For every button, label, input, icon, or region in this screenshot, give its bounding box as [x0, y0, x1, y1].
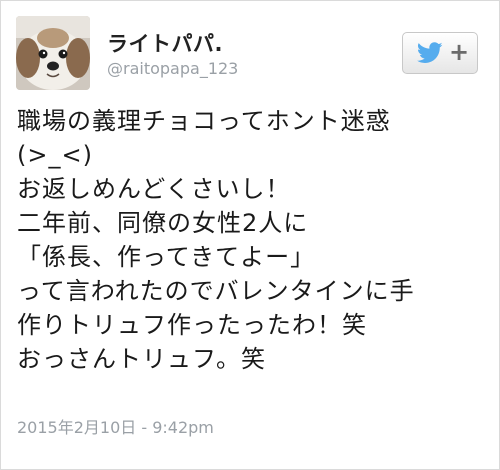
tweet-line: 「係長、作ってきてよー」: [17, 243, 316, 271]
user-handle[interactable]: @raitopapa_123: [107, 59, 238, 78]
tweet-text: 職場の義理チョコってホント迷惑 (>_<) お返しめんどくさいし！ 二年前、同僚…: [17, 104, 487, 376]
tweet-card: ライトパパ. @raitopapa_123 + 職場の義理チョコってホント迷惑 …: [0, 0, 500, 470]
follow-plus-label: +: [449, 38, 470, 66]
tweet-line: 二年前、同僚の女性2人に: [17, 209, 309, 237]
twitter-bird-icon: [416, 42, 443, 68]
tweet-line: 作りトリュフ作ったったわ！笑: [17, 311, 367, 339]
display-name[interactable]: ライトパパ.: [107, 28, 223, 58]
tweet-timestamp[interactable]: 2015年2月10日 - 9:42pm: [17, 414, 214, 438]
follow-button[interactable]: +: [402, 32, 478, 74]
dog-avatar-icon: [16, 16, 90, 90]
tweet-line: 職場の義理チョコってホント迷惑: [17, 107, 391, 135]
avatar[interactable]: [16, 16, 90, 90]
tweet-line: お返しめんどくさいし！: [17, 175, 291, 203]
tweet-line: おっさんトリュフ。笑: [17, 345, 267, 373]
tweet-line: って言われたのでバレンタインに手: [17, 277, 415, 305]
tweet-line: (>_<): [17, 141, 93, 169]
